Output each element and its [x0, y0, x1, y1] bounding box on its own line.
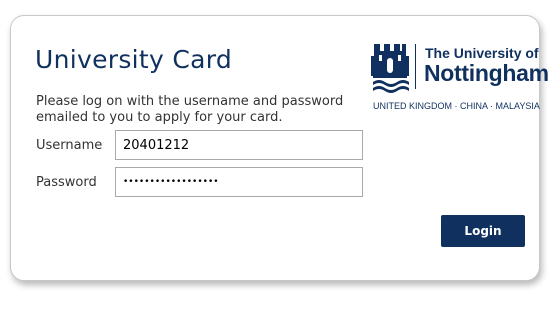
logo-text-line1: The University of: [425, 45, 539, 61]
password-input[interactable]: [115, 167, 363, 197]
logo-text-line2: Nottingham: [424, 60, 549, 86]
page-title: University Card: [35, 45, 233, 74]
username-input[interactable]: [115, 130, 363, 160]
instructions-text: Please log on with the username and pass…: [36, 94, 344, 125]
logo-divider: [415, 44, 416, 89]
login-card: University Card The University of Nottin…: [10, 15, 549, 281]
logo-campuses: UNITED KINGDOM · CHINA · MALAYSIA: [373, 101, 540, 111]
login-button[interactable]: Login: [441, 215, 525, 247]
university-logo: The University of Nottingham UNITED KING…: [371, 42, 549, 114]
password-label: Password: [36, 175, 97, 190]
castle-crest-icon: [371, 44, 409, 93]
username-label: Username: [36, 138, 103, 153]
